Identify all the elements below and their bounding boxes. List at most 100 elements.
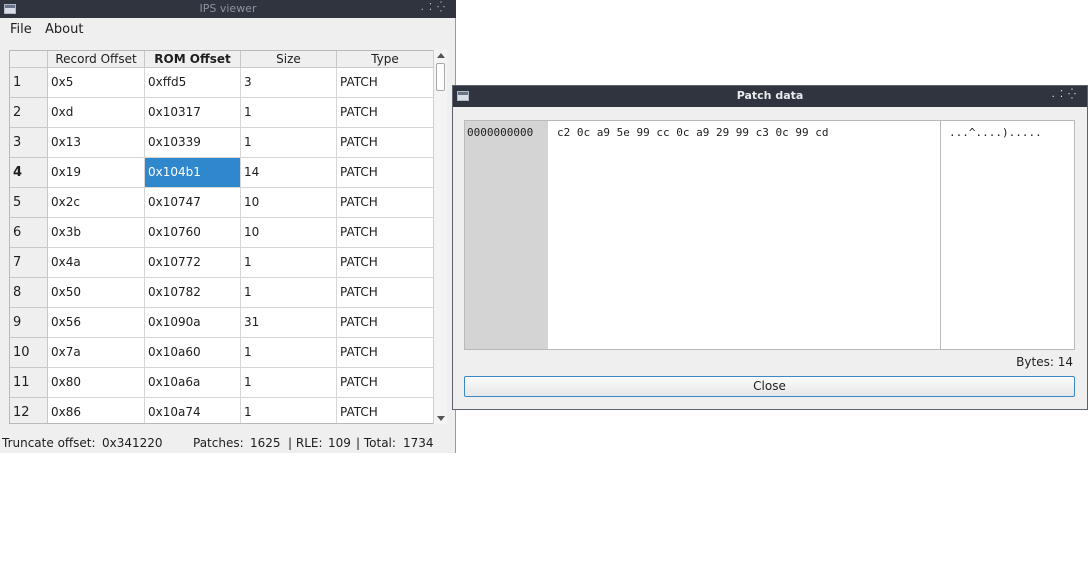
hex-address: 0000000000	[467, 126, 534, 139]
table-cell-type[interactable]: PATCH	[337, 128, 434, 158]
patch-data-dialog: Patch data .⁚⁛ 0000000000 c2 0c a9 5e 99…	[452, 85, 1088, 410]
row-header[interactable]: 9	[10, 308, 48, 338]
table-cell-rom-offset[interactable]: 0x10339	[145, 128, 241, 158]
table-cell-size[interactable]: 1	[241, 128, 337, 158]
table-cell-rom-offset[interactable]: 0x10a6a	[145, 368, 241, 398]
row-header[interactable]: 3	[10, 128, 48, 158]
menu-file[interactable]: File	[10, 22, 32, 37]
table-cell-size[interactable]: 1	[241, 398, 337, 423]
table-cell-size[interactable]: 1	[241, 338, 337, 368]
table-cell-type[interactable]: PATCH	[337, 68, 434, 98]
table-cell-type[interactable]: PATCH	[337, 398, 434, 423]
row-header[interactable]: 5	[10, 188, 48, 218]
table-cell-rom-offset[interactable]: 0x10772	[145, 248, 241, 278]
table-cell-rom-offset[interactable]: 0x10747	[145, 188, 241, 218]
row-header[interactable]: 2	[10, 98, 48, 128]
table-cell-size[interactable]: 1	[241, 98, 337, 128]
table-cell-size[interactable]: 1	[241, 368, 337, 398]
table-cell-type[interactable]: PATCH	[337, 98, 434, 128]
total-value: 1734	[403, 436, 434, 450]
vertical-scrollbar[interactable]	[433, 50, 447, 424]
table-cell-type[interactable]: PATCH	[337, 188, 434, 218]
row-header[interactable]: 4	[10, 158, 48, 188]
table-cell-size[interactable]: 1	[241, 278, 337, 308]
column-header-size[interactable]: Size	[241, 51, 337, 68]
close-button[interactable]: Close	[464, 376, 1075, 397]
window-controls-icon[interactable]: .⁚⁛	[421, 2, 450, 13]
row-header[interactable]: 11	[10, 368, 48, 398]
table-cell-rom-offset[interactable]: 0x10782	[145, 278, 241, 308]
hex-ascii[interactable]: ...^....).....	[949, 126, 1042, 139]
truncate-value: 0x341220	[102, 436, 163, 450]
table-cell-size[interactable]: 1	[241, 248, 337, 278]
table-cell-type[interactable]: PATCH	[337, 158, 434, 188]
rle-value: 109	[328, 436, 351, 450]
row-header[interactable]: 6	[10, 218, 48, 248]
dialog-title: Patch data	[736, 89, 804, 102]
table-cell-type[interactable]: PATCH	[337, 308, 434, 338]
patches-value: 1625	[250, 436, 281, 450]
table-cell-size[interactable]: 31	[241, 308, 337, 338]
menu-about[interactable]: About	[45, 22, 83, 37]
table-cell-rom-offset[interactable]: 0x10760	[145, 218, 241, 248]
hex-address-column: 0000000000	[465, 121, 548, 349]
table-cell-record-offset[interactable]: 0x13	[48, 128, 145, 158]
table-corner-button[interactable]	[10, 51, 48, 68]
ips-viewer-window: IPS viewer .⁚⁛ File About Record Offset R…	[0, 0, 456, 453]
bytes-label: Bytes:	[1016, 355, 1054, 369]
table-cell-size[interactable]: 10	[241, 218, 337, 248]
row-header[interactable]: 1	[10, 68, 48, 98]
dialog-titlebar[interactable]: Patch data .⁚⁛	[453, 86, 1087, 107]
table-cell-record-offset[interactable]: 0x7a	[48, 338, 145, 368]
table-cell-record-offset[interactable]: 0x5	[48, 68, 145, 98]
hex-divider	[940, 121, 941, 349]
table-cell-rom-offset[interactable]: 0x10a74	[145, 398, 241, 423]
main-titlebar[interactable]: IPS viewer .⁚⁛	[0, 0, 456, 18]
table-cell-rom-offset[interactable]: 0x10317	[145, 98, 241, 128]
table-cell-type[interactable]: PATCH	[337, 218, 434, 248]
table-cell-record-offset[interactable]: 0x19	[48, 158, 145, 188]
status-bar: Truncate offset: 0x341220 Patches: 1625 …	[0, 436, 455, 453]
total-label: | Total:	[356, 436, 396, 450]
row-header[interactable]: 12	[10, 398, 48, 423]
table-cell-rom-offset[interactable]: 0xffd5	[145, 68, 241, 98]
menubar: File About	[0, 18, 455, 41]
bytes-count: Bytes: 14	[1016, 355, 1073, 369]
row-header[interactable]: 7	[10, 248, 48, 278]
hex-bytes[interactable]: c2 0c a9 5e 99 cc 0c a9 29 99 c3 0c 99 c…	[557, 126, 829, 139]
column-header-type[interactable]: Type	[337, 51, 434, 68]
column-header-rom-offset[interactable]: ROM Offset	[145, 51, 241, 68]
row-header[interactable]: 8	[10, 278, 48, 308]
table-cell-record-offset[interactable]: 0x4a	[48, 248, 145, 278]
table-cell-size[interactable]: 14	[241, 158, 337, 188]
rle-label: | RLE:	[288, 436, 323, 450]
table-cell-size[interactable]: 10	[241, 188, 337, 218]
table-cell-record-offset[interactable]: 0x50	[48, 278, 145, 308]
table-cell-record-offset[interactable]: 0x56	[48, 308, 145, 338]
column-header-record-offset[interactable]: Record Offset	[48, 51, 145, 68]
scroll-down-arrow-icon[interactable]	[437, 416, 445, 421]
records-table[interactable]: Record Offset ROM Offset Size Type 1 0x5 0xffd…	[9, 50, 447, 424]
dialog-controls-icon[interactable]: .⁚⁛	[1052, 89, 1081, 100]
table-cell-size[interactable]: 3	[241, 68, 337, 98]
table-cell-record-offset[interactable]: 0xd	[48, 98, 145, 128]
table-cell-record-offset[interactable]: 0x80	[48, 368, 145, 398]
table-cell-rom-offset[interactable]: 0x10a60	[145, 338, 241, 368]
scroll-up-arrow-icon[interactable]	[437, 53, 445, 58]
row-header[interactable]: 10	[10, 338, 48, 368]
table-cell-record-offset[interactable]: 0x3b	[48, 218, 145, 248]
table-cell-type[interactable]: PATCH	[337, 368, 434, 398]
bytes-value: 14	[1057, 355, 1073, 369]
table-cell-type[interactable]: PATCH	[337, 338, 434, 368]
table-cell-rom-offset[interactable]: 0x104b1	[145, 158, 241, 188]
table-cell-record-offset[interactable]: 0x86	[48, 398, 145, 423]
table-cell-rom-offset[interactable]: 0x1090a	[145, 308, 241, 338]
truncate-label: Truncate offset:	[2, 436, 96, 450]
hex-view[interactable]: 0000000000 c2 0c a9 5e 99 cc 0c a9 29 99…	[464, 120, 1075, 350]
patches-label: Patches:	[193, 436, 244, 450]
table-cell-record-offset[interactable]: 0x2c	[48, 188, 145, 218]
table-cell-type[interactable]: PATCH	[337, 248, 434, 278]
window-title: IPS viewer	[199, 2, 257, 15]
table-cell-type[interactable]: PATCH	[337, 278, 434, 308]
scrollbar-thumb[interactable]	[436, 63, 445, 91]
